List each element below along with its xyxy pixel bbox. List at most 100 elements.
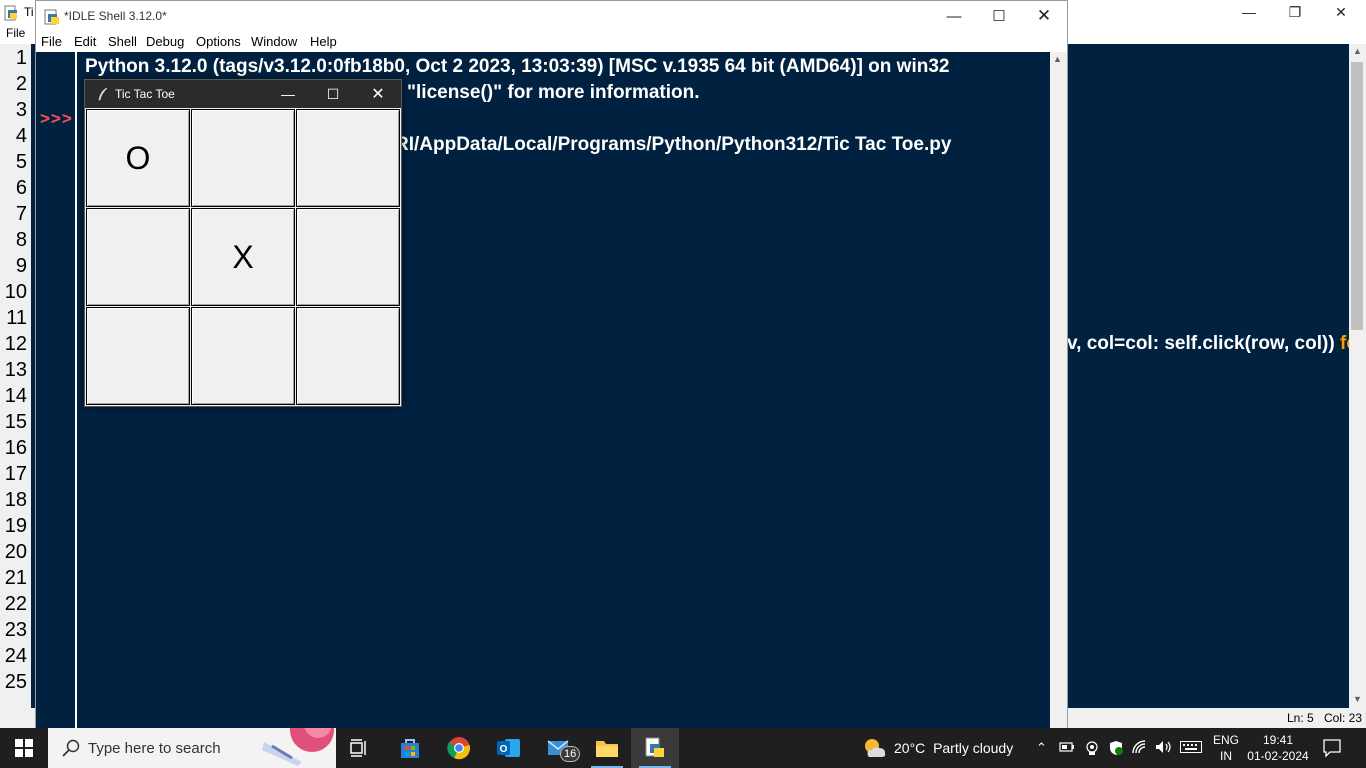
weather-temperature: 20°C: [894, 740, 926, 756]
line-number: 23: [4, 619, 27, 641]
line-number: 21: [4, 567, 27, 589]
shell-titlebar[interactable]: *IDLE Shell 3.12.0* — ☐ ✕: [36, 1, 1067, 31]
taskbar-clock[interactable]: 19:41 01-02-2024: [1246, 732, 1310, 764]
line-number: 14: [4, 385, 27, 407]
board-cell[interactable]: [86, 208, 190, 306]
maximize-button[interactable]: ☐: [310, 80, 356, 108]
weather-widget[interactable]: 20°C Partly cloudy: [860, 728, 1013, 768]
line-number: 25: [4, 671, 27, 693]
license-hint-line: "license()" for more information.: [407, 82, 700, 103]
menu-options[interactable]: Options: [196, 34, 241, 49]
show-hidden-icons-chevron-icon[interactable]: ⌃: [1036, 740, 1047, 756]
security-shield-icon[interactable]: [1108, 740, 1124, 759]
line-number: 12: [4, 333, 27, 355]
scroll-up-icon[interactable]: ▲: [1353, 46, 1362, 56]
python-idle-icon: [645, 737, 664, 757]
ttt-title: Tic Tac Toe: [115, 87, 175, 101]
line-number: 5: [15, 151, 27, 173]
close-button[interactable]: ✕: [1021, 1, 1067, 31]
shell-vertical-scrollbar[interactable]: ▲: [1050, 52, 1067, 729]
minimize-button[interactable]: —: [265, 80, 311, 108]
menu-shell[interactable]: Shell: [108, 34, 137, 49]
close-button[interactable]: ✕: [355, 80, 401, 108]
maximize-button[interactable]: ☐: [976, 1, 1022, 31]
taskbar-mail[interactable]: 16: [535, 728, 583, 768]
taskbar-chrome[interactable]: [435, 728, 483, 768]
line-number: 19: [4, 515, 27, 537]
editor-title: Ti: [24, 5, 34, 19]
python-file-icon: [3, 5, 19, 26]
menu-window[interactable]: Window: [251, 34, 297, 49]
scroll-down-icon[interactable]: ▼: [1353, 694, 1362, 704]
minimize-button[interactable]: —: [1226, 0, 1272, 24]
search-placeholder: Type here to search: [88, 740, 221, 757]
board-cell[interactable]: [296, 307, 400, 405]
board-cell[interactable]: X: [191, 208, 295, 306]
mail-unread-badge: 16: [560, 746, 581, 762]
folder-icon: [596, 741, 618, 757]
board-cell[interactable]: [191, 307, 295, 405]
python-shell-icon: [44, 9, 60, 25]
scroll-up-icon[interactable]: ▲: [1053, 54, 1062, 64]
weather-description: Partly cloudy: [933, 740, 1014, 756]
language-code: ENG: [1213, 733, 1240, 747]
svg-text:O: O: [500, 744, 508, 755]
notification-center-icon[interactable]: [1322, 738, 1342, 763]
clock-date: 01-02-2024: [1247, 749, 1309, 763]
taskbar-python-idle[interactable]: [631, 728, 679, 768]
taskbar-file-explorer[interactable]: [583, 728, 631, 768]
board-cell[interactable]: [86, 307, 190, 405]
menu-debug[interactable]: Debug: [146, 34, 184, 49]
board-cell[interactable]: [296, 109, 400, 207]
outlook-icon: O: [497, 739, 520, 757]
menu-help[interactable]: Help: [310, 34, 337, 49]
close-button[interactable]: ✕: [1318, 0, 1364, 24]
menu-file[interactable]: File: [41, 34, 62, 49]
line-number: 2: [15, 73, 27, 95]
taskbar-search-box[interactable]: Type here to search: [48, 728, 336, 768]
feather-icon: [97, 87, 109, 101]
line-number-gutter: 1 2 3 4 5 6 7 8 9 10 11 12 13 14 15 16 1…: [0, 44, 31, 708]
board-cell[interactable]: [191, 109, 295, 207]
line-number: 16: [4, 437, 27, 459]
search-icon: [62, 739, 80, 762]
line-number: 10: [4, 281, 27, 303]
status-column-number: Col: 23: [1324, 711, 1363, 725]
line-number: 11: [6, 307, 27, 329]
line-number: 1: [15, 47, 27, 69]
line-number: 24: [4, 645, 27, 667]
line-number: 17: [4, 463, 27, 485]
battery-icon[interactable]: [1059, 740, 1075, 757]
menu-edit[interactable]: Edit: [74, 34, 96, 49]
wifi-icon[interactable]: [1132, 740, 1148, 757]
volume-icon[interactable]: [1155, 740, 1173, 757]
minimize-button[interactable]: —: [931, 1, 977, 31]
line-number: 9: [15, 255, 27, 277]
scrollbar-thumb[interactable]: [1351, 62, 1363, 330]
start-button[interactable]: [0, 728, 48, 768]
ttt-titlebar[interactable]: Tic Tac Toe — ☐ ✕: [85, 80, 401, 108]
board-cell[interactable]: O: [86, 109, 190, 207]
shell-menubar: File Edit Shell Debug Options Window Hel…: [36, 31, 1067, 51]
line-number: 4: [15, 125, 27, 147]
board-cell[interactable]: [296, 208, 400, 306]
input-language-indicator[interactable]: ENG IN: [1213, 732, 1239, 764]
line-number: 7: [15, 203, 27, 225]
taskbar-outlook[interactable]: O: [485, 728, 533, 768]
editor-menubar: File: [0, 24, 36, 44]
line-number: 20: [4, 541, 27, 563]
line-number: 13: [4, 359, 27, 381]
tic-tac-toe-window: Tic Tac Toe — ☐ ✕ O X: [84, 79, 402, 407]
keyboard-icon[interactable]: [1180, 740, 1202, 757]
shell-title: *IDLE Shell 3.12.0*: [64, 9, 167, 23]
microsoft-store-icon: [401, 739, 419, 758]
line-number: 3: [15, 99, 27, 121]
task-view-button[interactable]: [336, 728, 384, 768]
menu-file[interactable]: File: [6, 26, 25, 40]
line-number: 22: [4, 593, 27, 615]
taskbar: Type here to search O 16 20°C Partly clo…: [0, 728, 1366, 768]
camera-icon[interactable]: [1084, 740, 1100, 759]
editor-vertical-scrollbar[interactable]: ▲ ▼: [1349, 44, 1366, 708]
taskbar-store[interactable]: [386, 728, 434, 768]
restore-button[interactable]: ❐: [1272, 0, 1318, 24]
